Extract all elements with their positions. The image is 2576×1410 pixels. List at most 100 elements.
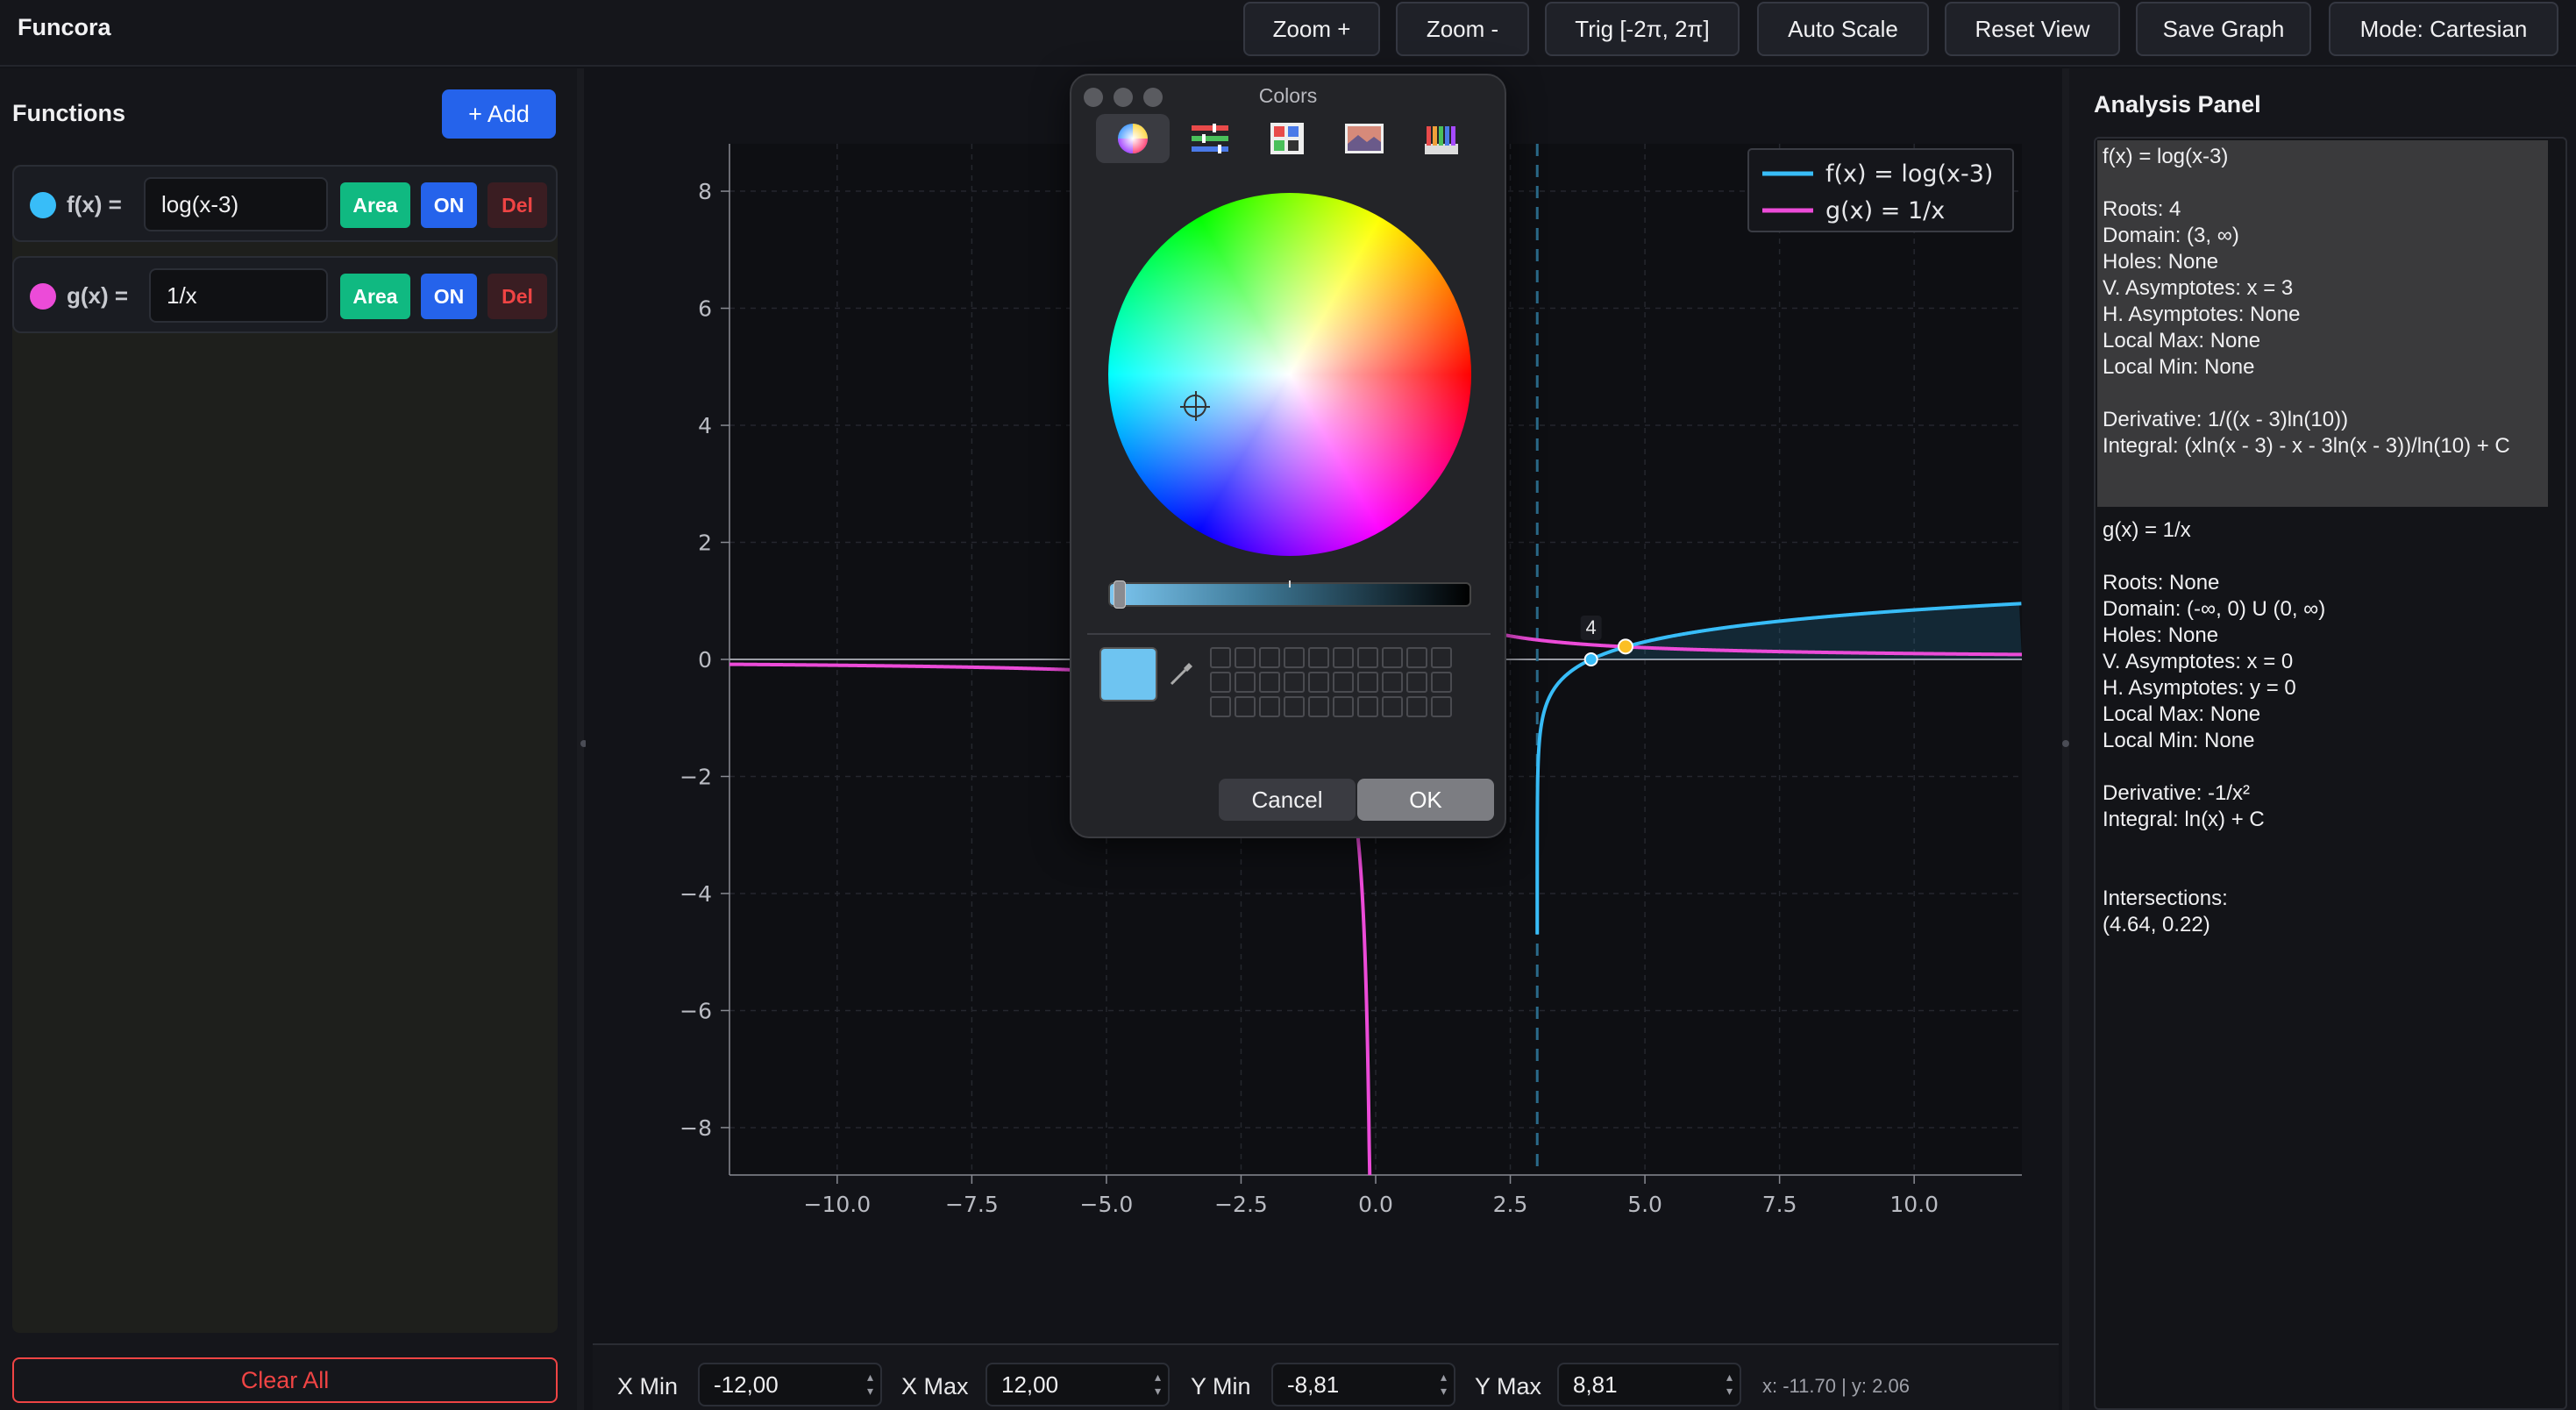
right-resize-handle[interactable]: [2062, 68, 2069, 1410]
spinner-icon[interactable]: ▴ ▾: [1441, 1370, 1447, 1398]
analysis-line: Derivative: -1/x²: [2103, 781, 2251, 805]
dialog-separator: [1087, 633, 1491, 635]
empty-swatch-cell[interactable]: [1259, 672, 1280, 693]
analysis-line: Local Max: None: [2103, 329, 2261, 352]
spinner-icon[interactable]: ▴ ▾: [1155, 1370, 1161, 1398]
empty-swatch-cell[interactable]: [1382, 647, 1403, 668]
x-tick-label: −7.5: [945, 1192, 999, 1217]
spinner-icon[interactable]: ▴ ▾: [867, 1370, 873, 1398]
spinner-icon[interactable]: ▴ ▾: [1726, 1370, 1733, 1398]
x-tick-label: −10.0: [804, 1192, 872, 1217]
empty-swatch-cell[interactable]: [1235, 672, 1256, 693]
empty-swatch-cell[interactable]: [1333, 672, 1354, 693]
cancel-button[interactable]: Cancel: [1219, 779, 1356, 821]
analysis-panel: Analysis Panel f(x) = log(x-3) Roots: 4 D…: [2069, 68, 2576, 1410]
area-toggle-f[interactable]: Area: [340, 182, 410, 228]
add-function-button[interactable]: + Add: [442, 89, 556, 139]
left-resize-handle[interactable]: [577, 68, 587, 1410]
wheel-crosshair-icon[interactable]: [1180, 391, 1210, 421]
pencils-tab-icon[interactable]: [1405, 114, 1478, 163]
empty-swatch-cell[interactable]: [1210, 647, 1231, 668]
x-tick-label: 5.0: [1627, 1192, 1662, 1217]
color-wheel-tab-icon[interactable]: [1096, 114, 1170, 163]
custom-swatch-grid[interactable]: [1210, 647, 1452, 717]
x-tick-label: 7.5: [1762, 1192, 1797, 1217]
top-toolbar: Funcora Zoom + Zoom - Trig [-2π, 2π] Aut…: [0, 0, 2576, 67]
palettes-tab-icon[interactable]: [1250, 114, 1324, 163]
empty-swatch-cell[interactable]: [1382, 672, 1403, 693]
trig-range-button[interactable]: Trig [-2π, 2π]: [1545, 2, 1740, 56]
empty-swatch-cell[interactable]: [1308, 647, 1329, 668]
analysis-output[interactable]: f(x) = log(x-3) Roots: 4 Domain: (3, ∞) Ho…: [2094, 137, 2567, 1410]
y-tick-label: 0: [698, 647, 712, 673]
empty-swatch-cell[interactable]: [1308, 672, 1329, 693]
delete-button-f[interactable]: Del: [487, 182, 547, 228]
empty-swatch-cell[interactable]: [1259, 696, 1280, 717]
x-tick-label: 0.0: [1358, 1192, 1393, 1217]
empty-swatch-cell[interactable]: [1210, 672, 1231, 693]
analysis-line: Local Min: None: [2103, 729, 2255, 752]
empty-swatch-cell[interactable]: [1406, 647, 1427, 668]
y-tick-label: 6: [698, 296, 712, 322]
empty-swatch-cell[interactable]: [1284, 696, 1305, 717]
reset-view-button[interactable]: Reset View: [1945, 2, 2120, 56]
y-tick-label: −6: [680, 998, 712, 1023]
ymax-input[interactable]: 8,81 ▴ ▾: [1557, 1363, 1741, 1406]
analysis-line: Domain: (-∞, 0) U (0, ∞): [2103, 597, 2326, 621]
ok-button[interactable]: OK: [1357, 779, 1494, 821]
brightness-slider[interactable]: [1108, 580, 1471, 609]
empty-swatch-cell[interactable]: [1235, 647, 1256, 668]
empty-swatch-cell[interactable]: [1431, 672, 1452, 693]
area-toggle-g[interactable]: Area: [340, 274, 410, 319]
current-color-swatch[interactable]: [1099, 647, 1157, 701]
empty-swatch-cell[interactable]: [1333, 647, 1354, 668]
color-wheel[interactable]: [1108, 193, 1471, 556]
function-input-g[interactable]: 1/x: [149, 268, 328, 323]
visibility-toggle-g[interactable]: ON: [421, 274, 477, 319]
empty-swatch-cell[interactable]: [1431, 696, 1452, 717]
auto-scale-button[interactable]: Auto Scale: [1757, 2, 1929, 56]
ymin-input[interactable]: -8,81 ▴ ▾: [1271, 1363, 1455, 1406]
empty-swatch-cell[interactable]: [1235, 696, 1256, 717]
empty-swatch-cell[interactable]: [1357, 672, 1378, 693]
delete-button-g[interactable]: Del: [487, 274, 547, 319]
legend-label: f(x) = log(x-3): [1825, 160, 1993, 188]
xmax-input[interactable]: 12,00 ▴ ▾: [986, 1363, 1170, 1406]
empty-swatch-cell[interactable]: [1382, 696, 1403, 717]
analysis-line: [2103, 833, 2109, 859]
color-dot-g[interactable]: [30, 283, 56, 310]
color-dot-f[interactable]: [30, 192, 56, 218]
analysis-line: Local Min: None: [2103, 355, 2255, 379]
analysis-line: H. Asymptotes: y = 0: [2103, 676, 2296, 700]
analysis-title: Analysis Panel: [2094, 91, 2261, 118]
empty-swatch-cell[interactable]: [1284, 672, 1305, 693]
empty-swatch-cell[interactable]: [1259, 647, 1280, 668]
empty-swatch-cell[interactable]: [1406, 696, 1427, 717]
empty-swatch-cell[interactable]: [1357, 696, 1378, 717]
clear-all-button[interactable]: Clear All: [12, 1357, 558, 1403]
empty-swatch-cell[interactable]: [1284, 647, 1305, 668]
sliders-tab-icon[interactable]: [1173, 114, 1247, 163]
analysis-line: Intersections:: [2103, 887, 2228, 910]
empty-swatch-cell[interactable]: [1333, 696, 1354, 717]
zoom-out-button[interactable]: Zoom -: [1396, 2, 1529, 56]
mode-button[interactable]: Mode: Cartesian: [2329, 2, 2558, 56]
eyedropper-icon[interactable]: [1168, 659, 1196, 692]
empty-swatch-cell[interactable]: [1210, 696, 1231, 717]
image-tab-icon[interactable]: [1327, 114, 1401, 163]
function-input-f[interactable]: log(x-3): [144, 177, 328, 231]
xmin-input[interactable]: -12,00 ▴ ▾: [698, 1363, 882, 1406]
analysis-line: Integral: ln(x) + C: [2103, 808, 2265, 831]
empty-swatch-cell[interactable]: [1431, 647, 1452, 668]
analysis-line: Roots: 4: [2103, 197, 2181, 221]
analysis-line: [2103, 170, 2109, 196]
visibility-toggle-f[interactable]: ON: [421, 182, 477, 228]
empty-swatch-cell[interactable]: [1357, 647, 1378, 668]
save-graph-button[interactable]: Save Graph: [2136, 2, 2311, 56]
analysis-line: [2103, 381, 2109, 407]
zoom-in-button[interactable]: Zoom +: [1243, 2, 1380, 56]
empty-swatch-cell[interactable]: [1406, 672, 1427, 693]
function-list: f(x) = log(x-3) Area ON Del g(x) = 1/x A…: [12, 165, 558, 1333]
slider-knob[interactable]: [1114, 580, 1126, 609]
empty-swatch-cell[interactable]: [1308, 696, 1329, 717]
